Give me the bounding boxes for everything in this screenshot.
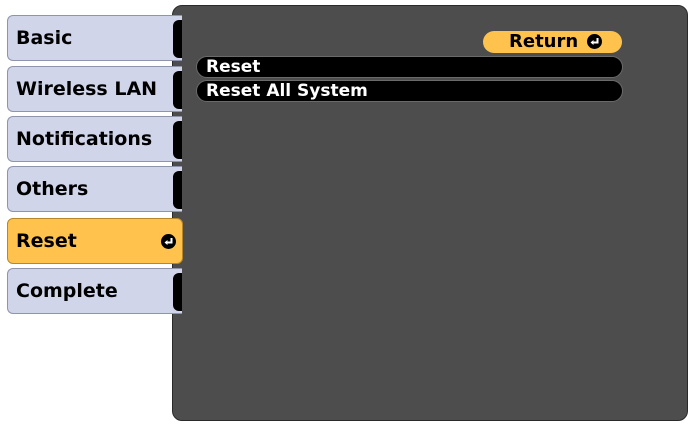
sidebar-item-reset[interactable]: Reset (7, 218, 183, 264)
tab-edge (173, 273, 182, 311)
sidebar-item-complete[interactable]: Complete (7, 268, 182, 314)
sidebar-item-notifications[interactable]: Notifications (7, 116, 182, 162)
return-button[interactable]: Return (483, 31, 622, 53)
enter-icon (161, 234, 176, 249)
tab-edge (173, 121, 182, 159)
sidebar-item-label: Notifications (16, 128, 153, 150)
sidebar-item-wireless-lan[interactable]: Wireless LAN (7, 66, 182, 112)
reset-all-system-option[interactable]: Reset All System (196, 80, 623, 102)
sidebar-item-label: Basic (16, 27, 73, 49)
tab-edge (173, 20, 182, 58)
return-label: Return (509, 31, 579, 52)
option-label: Reset (206, 57, 261, 77)
sidebar-item-label: Wireless LAN (16, 78, 158, 100)
sidebar-item-label: Others (16, 178, 89, 200)
tab-edge (173, 71, 182, 109)
sidebar-item-label: Reset (16, 230, 77, 252)
sidebar-item-others[interactable]: Others (7, 166, 182, 212)
option-label: Reset All System (206, 81, 368, 101)
enter-icon (587, 34, 602, 49)
sidebar-item-basic[interactable]: Basic (7, 15, 182, 61)
sidebar-item-label: Complete (16, 280, 118, 302)
reset-option[interactable]: Reset (196, 56, 623, 78)
tab-edge (173, 171, 182, 209)
